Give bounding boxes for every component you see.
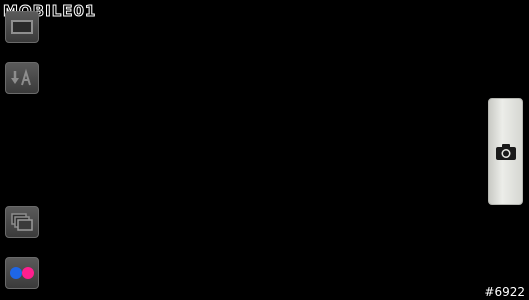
gallery-button[interactable]	[5, 206, 39, 238]
viewfinder-mode-button[interactable]	[5, 11, 39, 43]
scene-auto-icon	[11, 68, 31, 86]
camera-icon	[495, 143, 516, 160]
frame-icon	[11, 20, 33, 34]
flickr-pink-dot	[22, 267, 34, 279]
shutter-button[interactable]	[488, 98, 523, 205]
camera-viewfinder: MOBILE01 #6922	[0, 0, 529, 300]
gallery-stack-icon	[11, 213, 33, 231]
watermark-id: #6922	[484, 285, 525, 299]
flickr-upload-button[interactable]	[5, 257, 39, 289]
flickr-icon	[10, 267, 34, 279]
scene-mode-button[interactable]	[5, 62, 39, 94]
flickr-blue-dot	[10, 267, 22, 279]
